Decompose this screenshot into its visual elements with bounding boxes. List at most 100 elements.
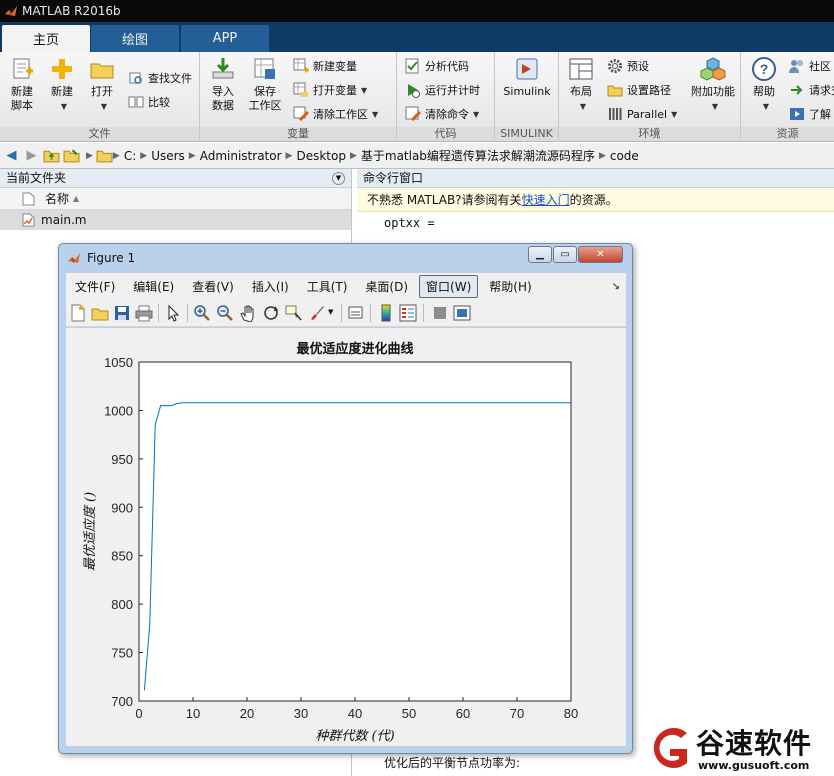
menu-view[interactable]: 查看(V) (185, 275, 241, 298)
preferences-button[interactable]: 预设 (607, 56, 649, 76)
pan-hand-icon[interactable] (239, 304, 257, 322)
brush-icon[interactable] (308, 304, 326, 322)
set-path-button[interactable]: 设置路径 (607, 80, 671, 100)
up-folder-icon[interactable] (43, 147, 60, 164)
back-arrow-icon[interactable]: ◀ (3, 147, 20, 164)
figure-window[interactable]: Figure 1 ▁ ▭ ✕ 文件(F) 编辑(E) 查看(V) 插入(I) 工… (58, 243, 633, 754)
menu-window[interactable]: 窗口(W) (419, 274, 479, 298)
forward-arrow-icon[interactable]: ▶ (23, 147, 40, 164)
y-tick-label: 1050 (104, 355, 133, 370)
new-button[interactable]: 新建 ▼ (42, 56, 82, 114)
breadcrumb-item[interactable]: code (610, 149, 639, 163)
link-plot-icon[interactable] (347, 304, 365, 322)
find-files-button[interactable]: 查找文件 (128, 68, 192, 88)
import-icon (212, 58, 234, 79)
colorbar-icon[interactable] (377, 304, 395, 322)
new-figure-icon[interactable] (69, 304, 87, 322)
add-ons-button[interactable]: 附加功能 ▼ (687, 56, 739, 114)
menu-insert[interactable]: 插入(I) (245, 275, 296, 298)
analyze-code-button[interactable]: 分析代码 (405, 56, 469, 76)
community-button[interactable]: 社区 (789, 56, 831, 76)
open-file-icon[interactable] (91, 304, 109, 322)
save-icon[interactable] (113, 304, 131, 322)
close-icon: ✕ (596, 249, 605, 260)
new-variable-button[interactable]: 新建变量 (293, 56, 357, 76)
toolbar-separator (187, 304, 188, 322)
breadcrumb-item[interactable]: Desktop (296, 149, 346, 163)
x-tick-label: 40 (348, 706, 362, 721)
parallel-button[interactable]: Parallel ▼ (607, 104, 677, 124)
hide-plot-tools-icon[interactable] (431, 304, 449, 322)
y-tick-label: 1000 (104, 403, 133, 418)
request-support-button[interactable]: 请求支 (789, 80, 834, 100)
save-workspace-button[interactable]: 保存 工作区 (245, 56, 285, 113)
menu-edit[interactable]: 编辑(E) (126, 275, 181, 298)
breadcrumb-item[interactable]: 基于matlab编程遗传算法求解潮流源码程序 (361, 147, 595, 164)
chevron-down-icon: ▼ (361, 85, 368, 95)
file-list-item[interactable]: main.m (0, 210, 351, 230)
breadcrumb-item[interactable]: Users (151, 149, 185, 163)
x-tick-label: 0 (135, 706, 142, 721)
clear-commands-button[interactable]: 清除命令 ▼ (405, 104, 479, 124)
data-cursor-icon[interactable] (285, 304, 303, 322)
breadcrumb-item[interactable]: C: (124, 149, 136, 163)
pointer-icon[interactable] (164, 304, 182, 322)
zoom-out-icon[interactable] (216, 304, 234, 322)
getting-started-link[interactable]: 快速入门 (522, 193, 570, 207)
rotate-3d-icon[interactable] (262, 304, 280, 322)
y-tick-label: 850 (111, 549, 133, 564)
ribbon-group-environment: 布局 ▼ 预设 设置路径 Parallel ▼ 附加功能 ▼ 环境 (559, 52, 741, 142)
chevron-down-icon: ▼ (473, 109, 480, 119)
chevron-down-icon[interactable]: ▼ (328, 308, 333, 316)
file-type-column-icon[interactable] (22, 192, 35, 206)
simulink-button[interactable]: Simulink (499, 56, 555, 99)
y-tick-label: 950 (111, 452, 133, 467)
ribbon-group-label: 环境 (559, 127, 740, 141)
app-title: MATLAB R2016b (22, 4, 121, 18)
watermark-logo-icon (653, 728, 687, 768)
open-button[interactable]: 打开 ▼ (82, 56, 122, 114)
folder-icon (96, 150, 113, 163)
add-ons-icon (700, 57, 726, 81)
breadcrumb-separator: ▶ (188, 150, 196, 161)
browse-folder-icon[interactable] (63, 147, 80, 164)
panel-options-icon[interactable]: ▼ (332, 172, 345, 185)
new-script-icon (13, 58, 33, 79)
menu-help[interactable]: 帮助(H) (482, 275, 538, 298)
run-and-time-button[interactable]: 运行并计时 (405, 80, 480, 100)
analyze-code-icon (405, 58, 419, 74)
breadcrumb-separator: ▶ (140, 150, 148, 161)
tab-plots[interactable]: 绘图 (91, 25, 179, 52)
close-button[interactable]: ✕ (578, 246, 623, 263)
maximize-button[interactable]: ▭ (553, 246, 577, 263)
import-data-button[interactable]: 导入 数据 (203, 56, 243, 113)
learn-button[interactable]: 了解 (789, 104, 831, 124)
tab-home[interactable]: 主页 (2, 25, 90, 52)
fitness-evolution-chart: 0 10 20 30 40 50 60 70 80 700 750 800 850 900 950 1000… (82, 341, 578, 744)
new-script-button[interactable]: 新建 脚本 (2, 56, 42, 113)
command-output-line: optxx = (384, 216, 435, 230)
dock-arrow-icon[interactable]: ↘ (612, 281, 620, 292)
clear-workspace-button[interactable]: 清除工作区 ▼ (293, 104, 378, 124)
minimize-button[interactable]: ▁ (528, 246, 552, 263)
figure-menu-bar: 文件(F) 编辑(E) 查看(V) 插入(I) 工具(T) 桌面(D) 窗口(W… (66, 273, 626, 299)
show-plot-tools-icon[interactable] (453, 304, 471, 322)
tab-apps[interactable]: APP (181, 25, 269, 52)
getting-started-notice: 不熟悉 MATLAB?请参阅有关快速入门的资源。 (357, 188, 834, 212)
menu-desktop[interactable]: 桌面(D) (358, 275, 415, 298)
layout-button[interactable]: 布局 ▼ (561, 56, 601, 114)
new-variable-icon (293, 58, 309, 73)
menu-tools[interactable]: 工具(T) (300, 275, 355, 298)
zoom-in-icon[interactable] (193, 304, 211, 322)
breadcrumb-separator: ▶ (598, 150, 606, 161)
folder-open-icon (90, 63, 114, 79)
legend-icon[interactable] (399, 304, 417, 322)
help-button[interactable]: ? 帮助 ▼ (744, 56, 784, 114)
menu-file[interactable]: 文件(F) (68, 275, 122, 298)
print-icon[interactable] (135, 304, 153, 322)
name-column-header[interactable]: 名称 (45, 190, 69, 207)
open-variable-button[interactable]: 打开变量 ▼ (293, 80, 367, 100)
breadcrumb-item[interactable]: Administrator (200, 149, 282, 163)
ribbon-group-label: 变量 (200, 127, 396, 141)
compare-button[interactable]: 比较 (128, 92, 170, 112)
